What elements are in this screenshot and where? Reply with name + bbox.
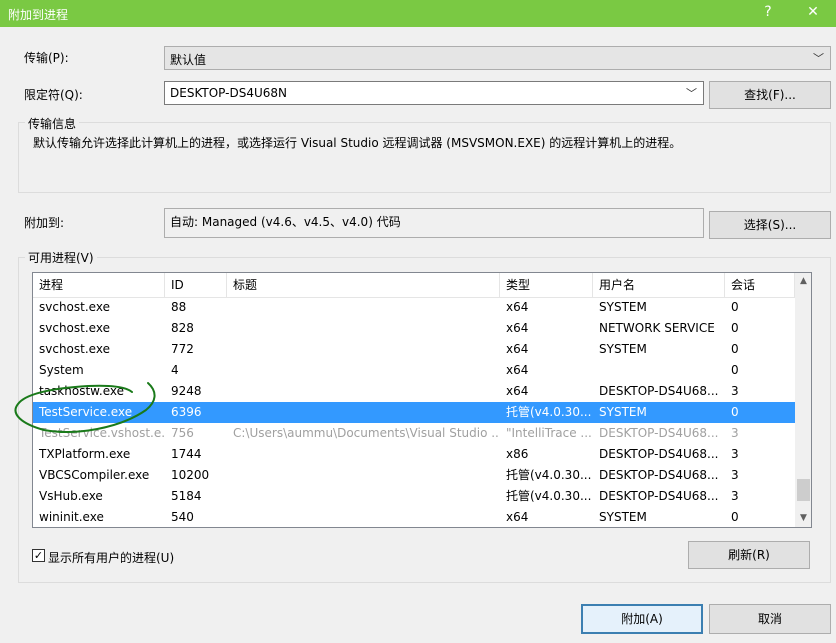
refresh-button[interactable]: 刷新(R) [688,541,810,569]
show-all-users-label[interactable]: 显示所有用户的进程(U) [48,549,174,566]
show-all-users-checkbox[interactable]: ✓ [32,549,45,562]
attach-button[interactable]: 附加(A) [581,604,703,634]
cancel-button[interactable]: 取消 [709,604,831,634]
